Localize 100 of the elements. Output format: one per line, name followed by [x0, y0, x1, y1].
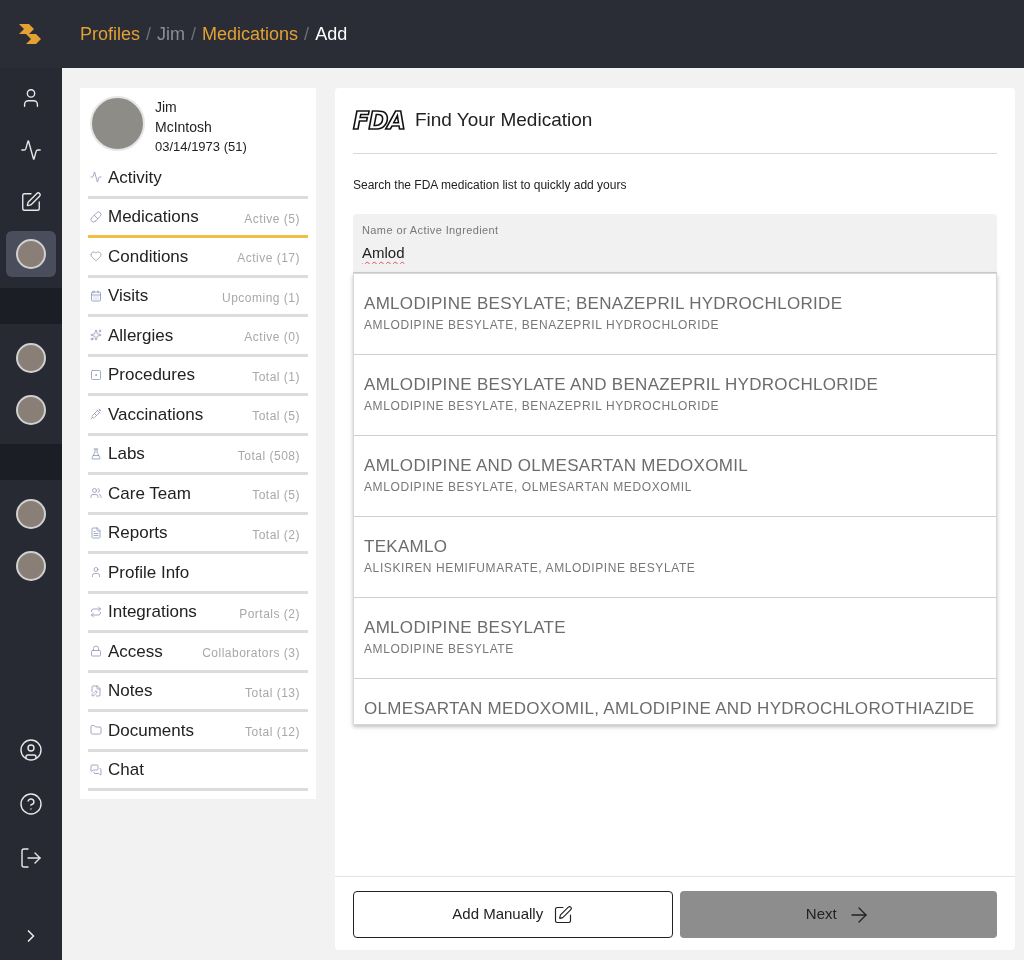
- nav-label: Visits: [108, 285, 149, 307]
- nav-count: Collaborators (3): [202, 645, 300, 663]
- nav-count: Total (1): [252, 368, 300, 386]
- nav-label: Chat: [108, 759, 144, 781]
- calendar-icon: [90, 289, 102, 302]
- nav-label: Notes: [108, 680, 153, 702]
- profile-photo: [90, 96, 145, 151]
- pill-icon: [90, 210, 102, 223]
- square-icon: [90, 368, 102, 381]
- next-button[interactable]: Next: [679, 891, 997, 938]
- note-icon: [90, 684, 102, 697]
- rail-divider-band: [0, 444, 62, 480]
- search-input[interactable]: Amlod: [362, 241, 988, 264]
- avatar: [16, 551, 46, 581]
- nav-count: Total (5): [252, 487, 300, 505]
- nav-label: Activity: [108, 166, 162, 189]
- swap-icon: [90, 605, 102, 618]
- panel-description: Search the FDA medication list to quickly add yours: [353, 177, 628, 194]
- fda-logo: FDA: [353, 108, 405, 133]
- nav-item[interactable]: Conditions Active (17): [88, 238, 308, 278]
- nav-count: Active (5): [244, 210, 300, 228]
- nav-count: Total (5): [252, 408, 300, 426]
- result-ingredients: AMLODIPINE BESYLATE: [364, 640, 515, 658]
- result-ingredients: AMLODIPINE BESYLATE, BENAZEPRIL HYDROCHLORIDE: [364, 316, 721, 334]
- result-ingredients: AMLODIPINE BESYLATE, OLMESARTAN MEDOXOMIL: [364, 478, 693, 496]
- result-name: AMLODIPINE AND OLMESARTAN MEDOXOMIL: [364, 454, 749, 477]
- avatar: [16, 395, 46, 425]
- breadcrumb-item[interactable]: Profiles: [80, 20, 141, 48]
- profile-avatar-button[interactable]: [6, 231, 56, 277]
- nav-item[interactable]: Profile Info: [88, 554, 308, 594]
- avatar: [16, 239, 46, 269]
- nav-item[interactable]: Access Collaborators (3): [88, 633, 308, 673]
- nav-count: Upcoming (1): [221, 289, 300, 307]
- result-name: AMLODIPINE BESYLATE AND BENAZEPRIL HYDROCHLORIDE: [364, 373, 880, 396]
- chat-icon: [90, 763, 102, 776]
- result-name: OLMESARTAN MEDOXOMIL, AMLODIPINE AND HYDROCHLOROTHIAZIDE: [364, 697, 976, 720]
- nav-label: Procedures: [108, 364, 195, 386]
- nav-label: Allergies: [108, 324, 174, 347]
- nav-item[interactable]: Documents Total (12): [88, 712, 308, 752]
- breadcrumb-item[interactable]: Medications: [202, 20, 299, 48]
- nav-item[interactable]: Allergies Active (0): [88, 317, 308, 357]
- edit-icon: [20, 191, 42, 213]
- person-icon: [90, 566, 102, 579]
- account-icon[interactable]: [19, 738, 43, 762]
- first-name: Jim: [155, 98, 178, 117]
- nav-label: Documents: [108, 719, 194, 742]
- nav-item[interactable]: Procedures Total (1): [88, 356, 308, 396]
- help-icon[interactable]: [19, 792, 43, 816]
- field-label: Name or Active Ingredient: [362, 223, 500, 238]
- birth-date: 03/14/1973 (51): [155, 138, 247, 156]
- rail-divider-band: [0, 288, 62, 324]
- logout-icon[interactable]: [19, 846, 43, 870]
- nav-item[interactable]: Integrations Portals (2): [88, 593, 308, 633]
- breadcrumb-separator: /: [146, 22, 152, 46]
- nav-count: Total (2): [252, 526, 300, 544]
- people-icon: [90, 487, 102, 500]
- breadcrumb-separator: /: [304, 22, 310, 46]
- nav-label: Conditions: [108, 245, 189, 268]
- breadcrumb-separator: /: [191, 22, 197, 46]
- add-manually-button[interactable]: Add Manually: [353, 891, 673, 938]
- panel-title: Find Your Medication: [414, 108, 593, 133]
- search-field[interactable]: Name or Active Ingredient Amlod: [353, 214, 997, 273]
- result-name: AMLODIPINE BESYLATE; BENAZEPRIL HYDROCHLORIDE: [364, 292, 844, 315]
- nav-label: Care Team: [108, 482, 191, 505]
- lock-icon: [90, 645, 102, 658]
- nav-item[interactable]: Activity: [88, 159, 308, 199]
- nav-item[interactable]: Care Team Total (5): [88, 475, 308, 515]
- nav-label: Labs: [108, 443, 145, 465]
- edit-icon: [553, 904, 574, 925]
- nav-item[interactable]: Visits Upcoming (1): [88, 277, 308, 317]
- nav-label: Integrations: [108, 601, 197, 623]
- nav-item[interactable]: Vaccinations Total (5): [88, 396, 308, 436]
- heart-icon: [90, 250, 102, 263]
- result-name: AMLODIPINE BESYLATE: [364, 616, 567, 639]
- nav-item[interactable]: Reports Total (2): [88, 514, 308, 554]
- result-name: TEKAMLO: [364, 535, 449, 558]
- document-icon: [90, 526, 102, 539]
- last-name: McIntosh: [155, 118, 213, 137]
- result-item[interactable]: OLMESARTAN MEDOXOMIL, AMLODIPINE AND HYDROCHLOROTHIAZIDE: [354, 678, 996, 724]
- nav-item[interactable]: Chat: [88, 751, 308, 791]
- result-item[interactable]: AMLODIPINE BESYLATE AND BENAZEPRIL HYDROCHLORIDE AMLODIPINE BESYLATE, BENAZEPRIL HYDROCHLORIDE: [354, 354, 996, 436]
- nav-label: Vaccinations: [108, 403, 204, 426]
- result-item[interactable]: AMLODIPINE BESYLATE AMLODIPINE BESYLATE: [354, 597, 996, 679]
- nav-label: Reports: [108, 522, 168, 544]
- folder-icon: [90, 724, 102, 737]
- nav-item[interactable]: Notes Total (13): [88, 672, 308, 712]
- avatar: [16, 343, 46, 373]
- nav-count: Total (508): [237, 447, 300, 465]
- result-item[interactable]: AMLODIPINE BESYLATE; BENAZEPRIL HYDROCHLORIDE AMLODIPINE BESYLATE, BENAZEPRIL HYDROCHLORIDE: [354, 273, 996, 355]
- result-item[interactable]: AMLODIPINE AND OLMESARTAN MEDOXOMIL AMLODIPINE BESYLATE, OLMESARTAN MEDOXOMIL: [354, 435, 996, 517]
- sparkle-icon: [90, 329, 102, 342]
- breadcrumb-item: Jim: [157, 22, 186, 46]
- nav-item[interactable]: Medications Active (5): [88, 198, 308, 238]
- result-item[interactable]: TEKAMLO ALISKIREN HEMIFUMARATE, AMLODIPINE BESYLATE: [354, 516, 996, 598]
- nav-item[interactable]: Labs Total (508): [88, 435, 308, 475]
- result-ingredients: AMLODIPINE BESYLATE, BENAZEPRIL HYDROCHLORIDE: [364, 397, 721, 415]
- avatar: [16, 499, 46, 529]
- nav-count: Total (13): [244, 684, 300, 702]
- flask-icon: [90, 447, 102, 460]
- syringe-icon: [90, 408, 102, 421]
